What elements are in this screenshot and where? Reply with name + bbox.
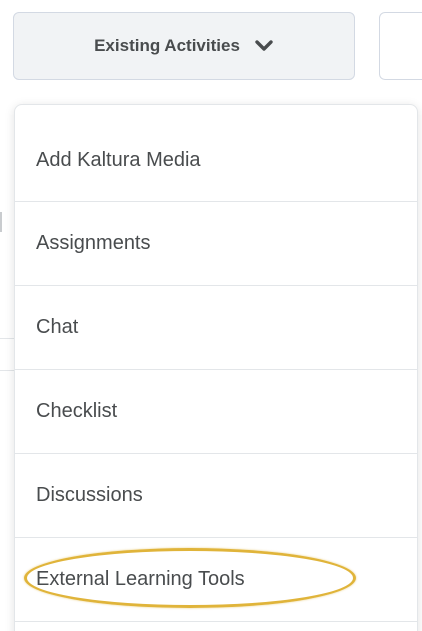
- chevron-down-icon: [254, 39, 274, 53]
- menu-item-label: Checklist: [36, 400, 118, 422]
- background-divider: [0, 338, 14, 339]
- menu-item-label: Chat: [36, 316, 79, 338]
- existing-activities-button[interactable]: Existing Activities: [13, 12, 355, 80]
- menu-item-assignments[interactable]: Assignments: [15, 202, 417, 286]
- menu-item-label: External Learning Tools: [36, 568, 245, 590]
- menu-item-chat[interactable]: Chat: [15, 286, 417, 370]
- menu-item-add-kaltura-media[interactable]: Add Kaltura Media: [15, 105, 417, 202]
- menu-item-label: Assignments: [36, 232, 151, 254]
- next-toolbar-button[interactable]: [379, 12, 422, 80]
- page: Existing Activities Add Kaltura Media As…: [0, 0, 422, 631]
- existing-activities-menu: Add Kaltura Media Assignments Chat Check…: [14, 104, 418, 631]
- menu-item-label: Add Kaltura Media: [36, 148, 201, 171]
- menu-item-label: Discussions: [36, 484, 143, 506]
- existing-activities-label: Existing Activities: [94, 36, 240, 55]
- background-edge-mark: [0, 212, 2, 232]
- menu-item-external-learning-tools[interactable]: External Learning Tools: [15, 538, 417, 622]
- highlighted-item-wrapper: External Learning Tools: [24, 548, 356, 608]
- menu-item-checklist[interactable]: Checklist: [15, 370, 417, 454]
- background-divider: [0, 370, 14, 371]
- menu-item-discussions[interactable]: Discussions: [15, 454, 417, 538]
